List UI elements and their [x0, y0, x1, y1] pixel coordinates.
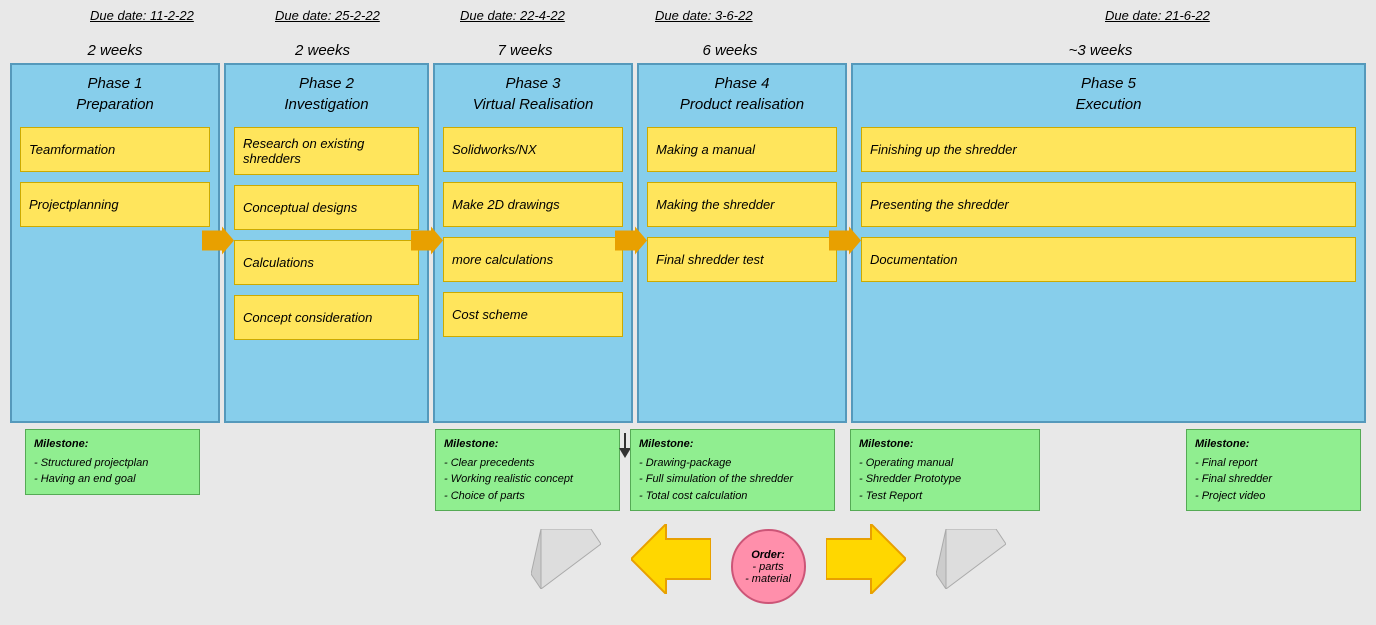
- milestone-1: Milestone: - Structured projectplan - Ha…: [25, 429, 200, 495]
- task-projectplanning: Projectplanning: [20, 182, 210, 227]
- arrow-4-5: [829, 227, 861, 260]
- due-date-1: Due date: 11-2-22: [90, 8, 194, 23]
- task-concept-consideration: Concept consideration: [234, 295, 419, 340]
- week-1: 2 weeks: [10, 42, 220, 59]
- order-item-1: - parts: [752, 561, 783, 573]
- milestones-row: Milestone: - Structured projectplan - Ha…: [10, 429, 1366, 511]
- yellow-arrow-left: [631, 524, 711, 599]
- phases-row: Phase 1Preparation Teamformation Project…: [10, 63, 1366, 423]
- milestone-2-title: Milestone:: [444, 436, 611, 453]
- task-research: Research on existing shredders: [234, 127, 419, 175]
- milestone-4-item-3: - Test Report: [859, 488, 1031, 505]
- milestone-5-title: Milestone:: [1195, 436, 1352, 453]
- phase-2-title: Phase 2Investigation: [234, 73, 419, 115]
- due-date-2: Due date: 25-2-22: [275, 8, 380, 23]
- due-dates-row: Due date: 11-2-22 Due date: 25-2-22 Due …: [10, 8, 1366, 38]
- milestone-3-item-1: - Drawing-package: [639, 455, 826, 472]
- week-2: 2 weeks: [220, 42, 425, 59]
- paper-right: [936, 529, 1006, 594]
- milestone-1-item-2: - Having an end goal: [34, 471, 191, 488]
- paper-left-svg: [531, 529, 601, 589]
- main-container: Due date: 11-2-22 Due date: 25-2-22 Due …: [0, 0, 1376, 612]
- task-teamformation: Teamformation: [20, 127, 210, 172]
- phase-3-box: Phase 3Virtual Realisation Solidworks/NX…: [433, 63, 633, 423]
- task-calculations: Calculations: [234, 240, 419, 285]
- phase-2-box: Phase 2Investigation Research on existin…: [224, 63, 429, 423]
- order-section: Order: - parts - material: [90, 519, 1376, 604]
- phase-1-box: Phase 1Preparation Teamformation Project…: [10, 63, 220, 423]
- task-more-calculations: more calculations: [443, 237, 623, 282]
- phase-4-title: Phase 4Product realisation: [647, 73, 837, 115]
- milestone-2: Milestone: - Clear precedents - Working …: [435, 429, 620, 511]
- milestone-5: Milestone: - Final report - Final shredd…: [1186, 429, 1361, 511]
- phase-3-title: Phase 3Virtual Realisation: [443, 73, 623, 115]
- due-date-3: Due date: 22-4-22: [460, 8, 565, 23]
- task-making-manual: Making a manual: [647, 127, 837, 172]
- paper-left: [531, 529, 601, 594]
- task-presenting-shredder: Presenting the shredder: [861, 182, 1356, 227]
- week-4: 6 weeks: [625, 42, 835, 59]
- task-documentation: Documentation: [861, 237, 1356, 282]
- yellow-arrow-right: [826, 524, 906, 599]
- phase-5-title: Phase 5Execution: [861, 73, 1356, 115]
- milestone-3-title: Milestone:: [639, 436, 826, 453]
- milestone-5-item-2: - Final shredder: [1195, 471, 1352, 488]
- week-3: 7 weeks: [425, 42, 625, 59]
- milestone-5-item-1: - Final report: [1195, 455, 1352, 472]
- milestone-4: Milestone: - Operating manual - Shredder…: [850, 429, 1040, 511]
- milestone-1-item-1: - Structured projectplan: [34, 455, 191, 472]
- paper-right-svg: [936, 529, 1006, 589]
- milestone-3-item-3: - Total cost calculation: [639, 488, 826, 505]
- task-finishing-shredder: Finishing up the shredder: [861, 127, 1356, 172]
- due-date-4: Due date: 3-6-22: [655, 8, 753, 23]
- order-title: Order:: [751, 549, 785, 561]
- milestone-2-item-3: - Choice of parts: [444, 488, 611, 505]
- arrow-2-3: [411, 227, 443, 260]
- milestone-2-item-1: - Clear precedents: [444, 455, 611, 472]
- arrow-3-4: [615, 227, 647, 260]
- milestone-3: Milestone: - Drawing-package - Full simu…: [630, 429, 835, 511]
- milestone-1-title: Milestone:: [34, 436, 191, 453]
- week-5: ~3 weeks: [835, 42, 1366, 59]
- phase-4-box: Phase 4Product realisation Making a manu…: [637, 63, 847, 423]
- task-cost-scheme: Cost scheme: [443, 292, 623, 337]
- milestone-2-item-2: - Working realistic concept: [444, 471, 611, 488]
- milestone-5-item-3: - Project video: [1195, 488, 1352, 505]
- task-making-shredder: Making the shredder: [647, 182, 837, 227]
- milestone-4-title: Milestone:: [859, 436, 1031, 453]
- phase-5-box: Phase 5Execution Finishing up the shredd…: [851, 63, 1366, 423]
- milestone-3-item-2: - Full simulation of the shredder: [639, 471, 826, 488]
- task-conceptual-designs: Conceptual designs: [234, 185, 419, 230]
- order-circle: Order: - parts - material: [731, 529, 806, 604]
- yellow-arrow-left-svg: [631, 524, 711, 594]
- yellow-arrow-right-svg: [826, 524, 906, 594]
- task-2d-drawings: Make 2D drawings: [443, 182, 623, 227]
- arrow-1-2: [202, 227, 234, 260]
- milestone-3-down-line: [624, 433, 626, 448]
- phase-1-title: Phase 1Preparation: [20, 73, 210, 115]
- task-solidworks: Solidworks/NX: [443, 127, 623, 172]
- order-item-2: - material: [745, 573, 791, 585]
- milestone-4-item-2: - Shredder Prototype: [859, 471, 1031, 488]
- due-date-5: Due date: 21-6-22: [1105, 8, 1210, 23]
- task-final-test: Final shredder test: [647, 237, 837, 282]
- weeks-row: 2 weeks 2 weeks 7 weeks 6 weeks ~3 weeks: [10, 42, 1366, 59]
- milestone-4-item-1: - Operating manual: [859, 455, 1031, 472]
